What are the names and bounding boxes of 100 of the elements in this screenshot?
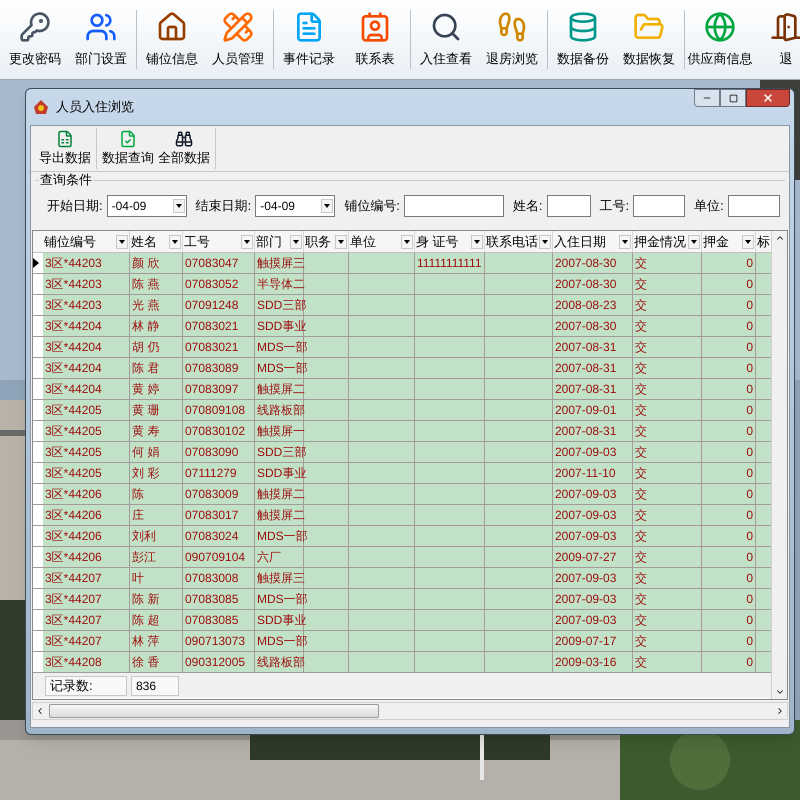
table-cell: 3区*44205 [43, 400, 130, 420]
toolbar-button[interactable]: 全部数据 [156, 126, 212, 171]
table-cell: 0 [702, 526, 756, 546]
table-cell: 交 [633, 337, 702, 357]
table-cell: 颜 欣 [130, 253, 183, 273]
group-title: 查询条件 [39, 172, 93, 188]
toolbar-button[interactable]: 供应商信息 [687, 0, 753, 79]
field-label: 结束日期: [196, 197, 252, 216]
toolbar-button[interactable]: 数据恢复 [616, 0, 682, 79]
column-header[interactable]: 入住日期 [553, 231, 633, 252]
table-cell: 070809108 [183, 400, 255, 420]
table-cell: 0 [702, 274, 756, 294]
toolbar-button[interactable]: 部门设置 [68, 0, 134, 79]
column-header[interactable]: 部门 [255, 231, 304, 252]
table-cell: 07083024 [183, 526, 255, 546]
toolbar-button[interactable]: 更改密码 [2, 0, 68, 79]
table-cell: 0 [702, 316, 756, 336]
table-cell: 交 [633, 400, 702, 420]
column-header[interactable]: 单位 [349, 231, 415, 252]
table-cell: 2007-08-31 [553, 337, 633, 357]
column-header[interactable]: 铺位编号 [43, 231, 130, 252]
table-cell: 交 [633, 610, 702, 630]
field-label: 工号: [600, 197, 630, 216]
table-cell: 3区*44203 [43, 253, 130, 273]
table-cell: 陈 新 [130, 589, 183, 609]
table-cell: 交 [633, 484, 702, 504]
table-cell: 3区*44206 [43, 526, 130, 546]
toolbar-button[interactable]: 人员管理 [205, 0, 271, 79]
column-header[interactable]: 联系电话 [485, 231, 553, 252]
table-cell: 交 [633, 421, 702, 441]
table-cell: 3区*44205 [43, 442, 130, 462]
table-cell: 0 [702, 337, 756, 357]
toolbar-button[interactable]: 退房浏览 [479, 0, 545, 79]
toolbar-button[interactable]: 事件记录 [276, 0, 342, 79]
table-cell: 07083021 [183, 316, 255, 336]
table-cell: 徐 香 [130, 652, 183, 672]
toolbar-button[interactable]: 联系表 [342, 0, 408, 79]
table-cell: SDD三部 [255, 442, 304, 462]
table-cell: 11111111111 [415, 253, 485, 273]
table-cell: 光 燕 [130, 295, 183, 315]
table-cell: 交 [633, 526, 702, 546]
table-cell: 交 [633, 295, 702, 315]
table-cell: 交 [633, 379, 702, 399]
table-cell: 07083008 [183, 568, 255, 588]
table-cell: 庄 [130, 505, 183, 525]
table-cell: 触摸屏二 [255, 379, 304, 399]
table-cell: 2009-07-17 [553, 631, 633, 651]
record-count-value: 836 [131, 676, 179, 696]
field-label: 姓名: [512, 197, 542, 216]
table-cell: 林 静 [130, 316, 183, 336]
table-cell: 何 娟 [130, 442, 183, 462]
table-cell: 交 [633, 505, 702, 525]
table-cell: 0 [702, 463, 756, 483]
table-cell: 0 [702, 358, 756, 378]
field-label: 开始日期: [47, 197, 103, 216]
table-cell: 0 [702, 484, 756, 504]
table-cell: 3区*44204 [43, 358, 130, 378]
column-header[interactable]: 姓名 [130, 231, 183, 252]
table-cell: 陈 超 [130, 610, 183, 630]
table-cell: 线路板部 [255, 652, 304, 672]
toolbar-button[interactable]: 数据查询 [100, 126, 156, 171]
table-cell: 2009-07-27 [553, 547, 633, 567]
toolbar-button[interactable]: 退 [753, 0, 800, 79]
table-cell: 陈 君 [130, 358, 183, 378]
table-cell: 交 [633, 463, 702, 483]
table-cell: 070830102 [183, 421, 255, 441]
toolbar-button[interactable]: 入住查看 [413, 0, 479, 79]
column-header[interactable]: 押金 [702, 231, 756, 252]
toolbar-button[interactable]: 导出数据 [37, 126, 93, 171]
field-label: 单位: [694, 197, 724, 216]
table-cell: 3区*44207 [43, 568, 130, 588]
table-cell: 2007-08-31 [553, 421, 633, 441]
toolbar-button[interactable]: 铺位信息 [139, 0, 205, 79]
date-picker[interactable]: -04-09 [255, 195, 336, 217]
column-header[interactable]: 押金情况 [633, 231, 702, 252]
table-cell: 07111279 [183, 463, 255, 483]
table-cell: 交 [633, 274, 702, 294]
table-cell: 3区*44206 [43, 547, 130, 567]
column-header[interactable]: 职务 [304, 231, 349, 252]
window-title: 人员入住浏览 [56, 98, 134, 116]
table-cell: 07091248 [183, 295, 255, 315]
table-cell: 交 [633, 316, 702, 336]
date-picker[interactable]: -04-09 [106, 195, 187, 217]
column-header[interactable]: 身 证号 [415, 231, 485, 252]
table-cell: 0 [702, 253, 756, 273]
table-cell: 090713073 [183, 631, 255, 651]
table-cell: 交 [633, 547, 702, 567]
table-cell: 交 [633, 652, 702, 672]
table-cell: 07083017 [183, 505, 255, 525]
field-label: 铺位编号: [344, 197, 400, 216]
toolbar-button[interactable]: 数据备份 [550, 0, 616, 79]
table-cell: 2007-09-03 [553, 505, 633, 525]
table-cell: 2007-09-03 [553, 526, 633, 546]
table-cell: 0 [702, 379, 756, 399]
table-cell: 3区*44204 [43, 316, 130, 336]
table-cell: 刘 彩 [130, 463, 183, 483]
column-header[interactable]: 工号 [183, 231, 255, 252]
table-cell: 触摸屏二 [255, 505, 304, 525]
table-cell: 0 [702, 400, 756, 420]
table-cell: 交 [633, 358, 702, 378]
